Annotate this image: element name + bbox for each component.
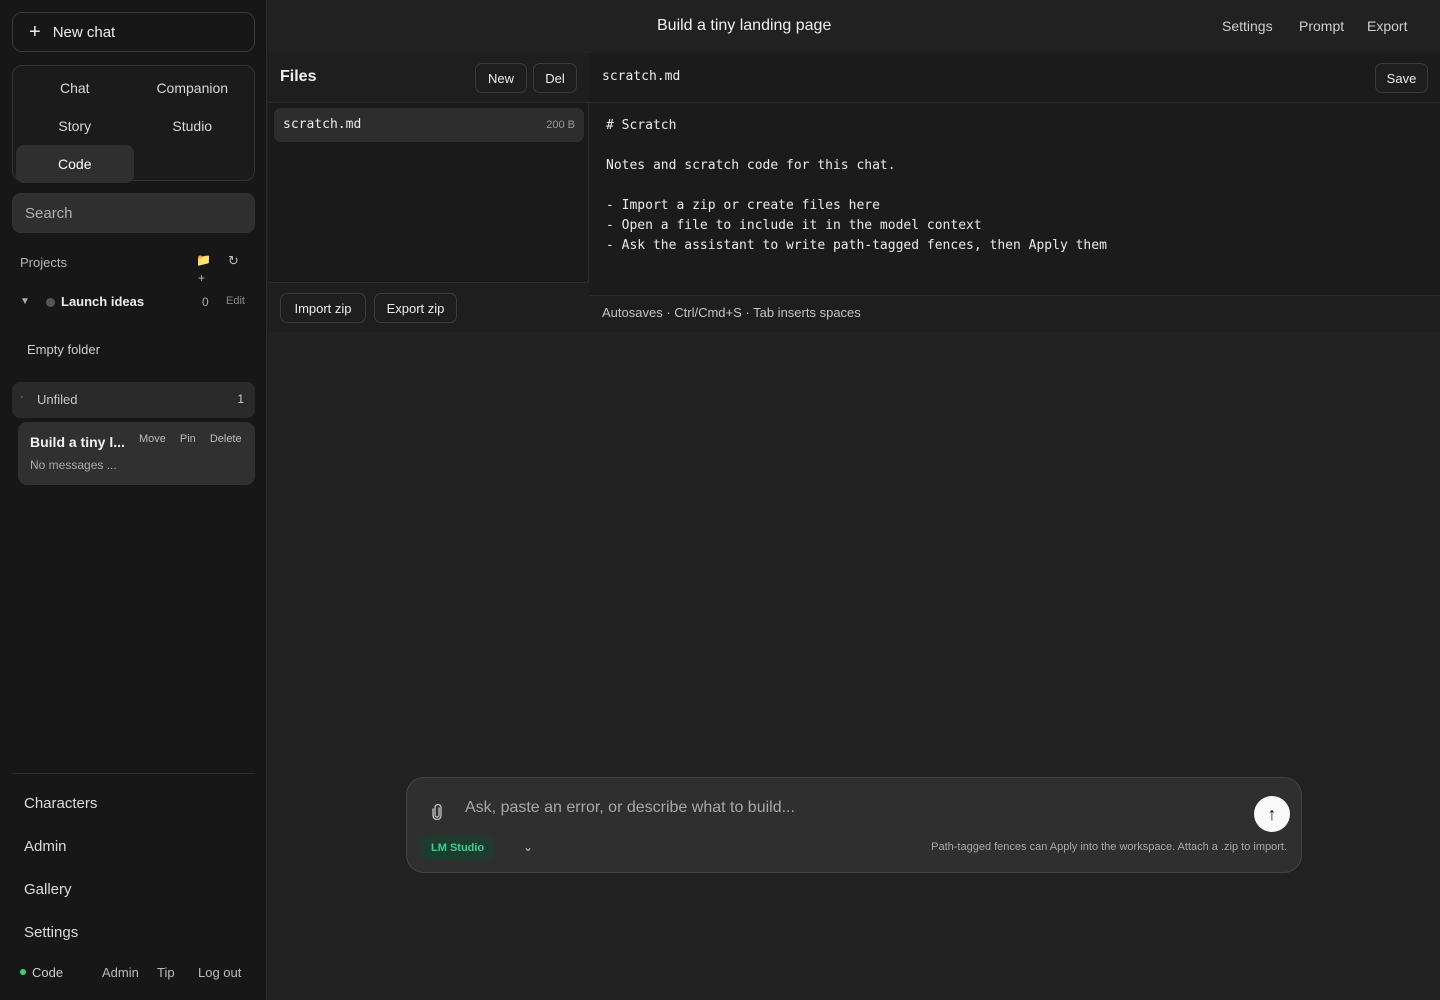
logout-link[interactable]: Log out — [198, 965, 241, 980]
send-button[interactable]: ↑ — [1254, 796, 1290, 832]
plus-icon: + — [29, 21, 41, 43]
editor-panel: scratch.md Save # Scratch Notes and scra… — [589, 53, 1440, 332]
search-input[interactable] — [12, 193, 255, 233]
editor-footer: Autosaves · Ctrl/Cmd+S · Tab inserts spa… — [589, 295, 1440, 332]
mode-companion[interactable]: Companion — [134, 69, 252, 107]
composer-hint: Path-tagged fences can Apply into the wo… — [931, 841, 1287, 853]
projects-header: Projects 📁 + ↻ — [20, 253, 255, 285]
export-link[interactable]: Export — [1367, 18, 1407, 34]
arrow-up-icon: ↑ — [1267, 803, 1277, 824]
unfiled-count: 1 — [237, 392, 244, 406]
file-name: scratch.md — [283, 117, 362, 132]
status-dot — [20, 969, 26, 975]
sidebar-divider — [12, 773, 255, 774]
new-chat-label: New chat — [52, 23, 116, 41]
nav-admin[interactable]: Admin — [24, 838, 67, 855]
mode-chat[interactable]: Chat — [16, 69, 134, 107]
chat-title: Build a tiny l... — [30, 434, 125, 450]
mode-code[interactable]: Code — [16, 145, 134, 183]
import-zip-button[interactable]: Import zip — [280, 293, 366, 323]
sidebar-footer: Code Admin Tip Log out — [20, 964, 255, 982]
files-header: Files New Del — [268, 53, 589, 103]
project-name: Launch ideas — [61, 294, 145, 309]
files-panel: Files New Del scratch.md 200 B Import zi… — [268, 53, 589, 332]
empty-folder-text: Empty folder — [27, 342, 100, 357]
workspace-panel: Files New Del scratch.md 200 B Import zi… — [268, 53, 1440, 332]
editor-hint: Autosaves · Ctrl/Cmd+S · Tab inserts spa… — [602, 305, 861, 320]
unfiled-group[interactable]: · Unfiled 1 — [12, 382, 255, 418]
file-size: 200 B — [546, 119, 575, 131]
files-footer: Import zip Export zip — [268, 282, 589, 332]
nav-gallery[interactable]: Gallery — [24, 881, 72, 898]
footer-tip-link[interactable]: Tip — [157, 965, 175, 980]
project-count: 0 — [202, 295, 209, 309]
paperclip-svg — [432, 803, 442, 821]
bullet-icon: · — [20, 391, 24, 403]
top-bar: Build a tiny landing page Settings Promp… — [268, 0, 1440, 53]
footer-mode: Code — [32, 965, 64, 980]
composer: ↑ LM Studio ⌄ Path-tagged fences can App… — [406, 777, 1302, 873]
editor-header: scratch.md Save — [589, 53, 1440, 103]
projects-label: Projects — [20, 255, 67, 270]
prompt-input[interactable] — [465, 794, 1245, 822]
mode-switcher: Chat Companion Story Studio Code — [12, 65, 255, 183]
chat-preview: No messages ... — [30, 458, 117, 472]
delete-file-button[interactable]: Del — [533, 63, 577, 93]
model-badge[interactable]: LM Studio — [421, 836, 495, 860]
footer-admin-link[interactable]: Admin — [102, 965, 139, 980]
chat-actions: Move Pin Delete — [139, 433, 242, 445]
move-chat-button[interactable]: Move — [139, 433, 166, 445]
chevron-down-icon[interactable]: ⌄ — [523, 840, 533, 854]
export-zip-button[interactable]: Export zip — [374, 293, 457, 323]
sidebar: + New chat Chat Companion Story Studio C… — [0, 0, 267, 1000]
editor-textarea[interactable]: # Scratch Notes and scratch code for thi… — [606, 116, 1107, 256]
refresh-icon[interactable]: ↻ — [228, 253, 239, 269]
unfiled-label: Unfiled — [37, 392, 78, 407]
project-color-dot — [46, 298, 55, 307]
save-button[interactable]: Save — [1375, 63, 1428, 93]
nav-settings[interactable]: Settings — [24, 924, 78, 941]
new-chat-button[interactable]: + New chat — [12, 12, 255, 52]
delete-chat-button[interactable]: Delete — [210, 433, 242, 445]
editor-filename: scratch.md — [602, 69, 681, 84]
project-edit-button[interactable]: Edit — [226, 295, 245, 307]
files-title: Files — [280, 68, 317, 85]
paperclip-icon[interactable] — [431, 803, 443, 825]
project-item[interactable]: ▼ Launch ideas 0 Edit — [20, 293, 255, 313]
mode-story[interactable]: Story — [16, 107, 134, 145]
file-item[interactable]: scratch.md 200 B — [274, 108, 584, 142]
mode-studio[interactable]: Studio — [134, 107, 252, 145]
chat-list-item[interactable]: Build a tiny l... Move Pin Delete No mes… — [18, 422, 255, 485]
add-project-icon[interactable]: + — [198, 271, 205, 285]
settings-link[interactable]: Settings — [1222, 18, 1273, 34]
new-file-button[interactable]: New — [475, 63, 527, 93]
pin-chat-button[interactable]: Pin — [180, 433, 196, 445]
prompt-link[interactable]: Prompt — [1299, 18, 1344, 34]
caret-down-icon[interactable]: ▼ — [20, 296, 30, 307]
nav-characters[interactable]: Characters — [24, 795, 97, 812]
new-folder-icon[interactable]: 📁 — [196, 253, 211, 267]
page-title: Build a tiny landing page — [657, 17, 832, 34]
